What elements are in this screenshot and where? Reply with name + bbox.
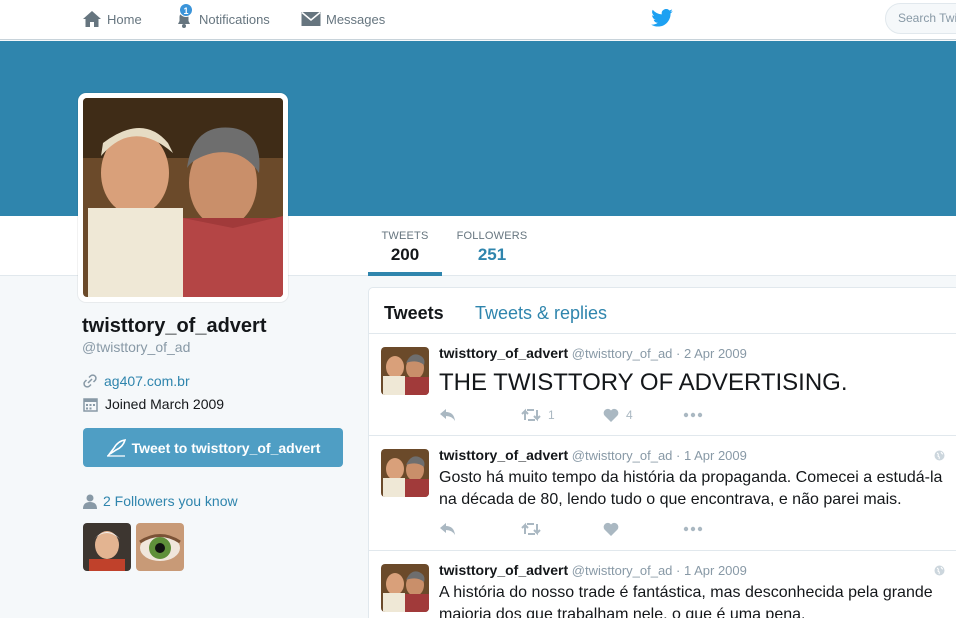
profile-display-name[interactable]: twisttory_of_advert bbox=[82, 315, 267, 338]
like-button[interactable] bbox=[603, 522, 683, 536]
retweet-button[interactable]: 1 bbox=[521, 408, 603, 422]
timeline-tabs: Tweets Tweets & replies bbox=[369, 288, 956, 334]
reply-icon bbox=[440, 523, 455, 535]
nav-home-label: Home bbox=[107, 11, 142, 27]
tweet-item[interactable]: twisttory_of_advert @twisttory_of_ad · 1… bbox=[369, 552, 956, 618]
retweet-icon bbox=[521, 522, 541, 536]
nav-home[interactable]: Home bbox=[82, 0, 142, 38]
tweet-author-handle[interactable]: @twisttory_of_ad bbox=[572, 563, 673, 578]
search-input[interactable]: Search Twitter bbox=[885, 3, 956, 34]
like-button[interactable]: 4 bbox=[603, 408, 683, 422]
calendar-icon bbox=[83, 397, 98, 412]
tweet-item[interactable]: twisttory_of_advert @twisttory_of_ad · 1… bbox=[369, 437, 956, 551]
top-navigation-bar: Home 1 Notifications Messages Search Twi… bbox=[0, 0, 956, 40]
tweet-to-button-label: Tweet to twisttory_of_advert bbox=[131, 439, 321, 456]
tweet-text: A história do nosso trade é fantástica, … bbox=[439, 584, 933, 618]
stat-tweets[interactable]: TWEETS 200 bbox=[368, 216, 442, 276]
link-icon bbox=[83, 374, 97, 388]
twitter-bird-logo[interactable] bbox=[651, 9, 673, 27]
follower-avatar[interactable] bbox=[83, 523, 131, 571]
tweet-header: twisttory_of_advert @twisttory_of_ad · 1… bbox=[439, 447, 747, 463]
stat-followers-value: 251 bbox=[477, 245, 507, 264]
globe-icon bbox=[934, 450, 945, 461]
reply-button[interactable] bbox=[439, 522, 521, 536]
tweet-author-name[interactable]: twisttory_of_advert bbox=[439, 345, 568, 361]
more-dots-icon bbox=[683, 526, 703, 532]
profile-screen-name[interactable]: @twisttory_of_ad bbox=[82, 339, 190, 355]
tweet-author-name[interactable]: twisttory_of_advert bbox=[439, 562, 568, 578]
tweet-author-name[interactable]: twisttory_of_advert bbox=[439, 447, 568, 463]
tweet-item[interactable]: twisttory_of_advert @twisttory_of_ad · 2… bbox=[369, 335, 956, 436]
tweet-to-button[interactable]: Tweet to twisttory_of_advert bbox=[83, 428, 343, 467]
heart-icon bbox=[603, 408, 619, 422]
heart-icon bbox=[603, 522, 619, 536]
retweet-button[interactable] bbox=[521, 522, 603, 536]
retweet-icon bbox=[521, 408, 541, 422]
tweet-author-avatar[interactable] bbox=[381, 347, 429, 395]
reply-button[interactable] bbox=[439, 408, 521, 422]
tweet-text: THE TWISTTORY OF ADVERTISING. bbox=[439, 369, 848, 396]
tweet-timeline: Tweets Tweets & replies twisttory_of_adv… bbox=[368, 287, 956, 618]
profile-avatar-image bbox=[83, 98, 283, 297]
tweet-author-handle[interactable]: @twisttory_of_ad bbox=[572, 346, 673, 361]
compose-feather-icon bbox=[106, 438, 126, 457]
nav-messages[interactable]: Messages bbox=[301, 0, 385, 38]
globe-icon bbox=[934, 565, 945, 576]
more-options-button[interactable] bbox=[683, 526, 703, 532]
tab-tweets[interactable]: Tweets bbox=[384, 303, 444, 324]
envelope-icon bbox=[301, 11, 321, 26]
more-options-button[interactable] bbox=[683, 412, 703, 418]
tweet-text: Gosto há muito tempo da história da prop… bbox=[439, 469, 943, 508]
profile-url-link[interactable]: ag407.com.br bbox=[104, 373, 190, 389]
tweet-date[interactable]: · 1 Apr 2009 bbox=[676, 448, 747, 463]
followers-you-know-label: 2 Followers you know bbox=[103, 493, 238, 509]
reply-icon bbox=[440, 409, 455, 421]
like-count: 4 bbox=[626, 408, 633, 422]
retweet-count: 1 bbox=[548, 408, 555, 422]
profile-avatar[interactable] bbox=[78, 93, 288, 302]
profile-joined-row: Joined March 2009 bbox=[83, 396, 224, 412]
tweet-header: twisttory_of_advert @twisttory_of_ad · 2… bbox=[439, 345, 747, 361]
tweet-header: twisttory_of_advert @twisttory_of_ad · 1… bbox=[439, 562, 747, 578]
stat-followers[interactable]: FOLLOWERS 251 bbox=[452, 216, 532, 276]
tweet-author-avatar[interactable] bbox=[381, 449, 429, 497]
stat-tweets-value: 200 bbox=[390, 245, 420, 264]
more-dots-icon bbox=[683, 412, 703, 418]
tweet-author-avatar[interactable] bbox=[381, 564, 429, 612]
tweet-date[interactable]: · 1 Apr 2009 bbox=[676, 563, 747, 578]
tweet-actions bbox=[439, 519, 703, 539]
notification-count-badge: 1 bbox=[179, 3, 193, 17]
tab-tweets-and-replies[interactable]: Tweets & replies bbox=[475, 303, 607, 324]
nav-messages-label: Messages bbox=[326, 11, 386, 27]
follower-avatar[interactable] bbox=[136, 523, 184, 571]
stat-tweets-label: TWEETS bbox=[381, 230, 429, 242]
profile-joined-date: Joined March 2009 bbox=[105, 396, 225, 412]
stat-followers-label: FOLLOWERS bbox=[456, 230, 528, 242]
tweet-author-handle[interactable]: @twisttory_of_ad bbox=[572, 448, 673, 463]
profile-url-row: ag407.com.br bbox=[83, 373, 190, 389]
person-icon bbox=[83, 494, 97, 509]
followers-you-know[interactable]: 2 Followers you know bbox=[82, 493, 238, 509]
nav-notifications-label: Notifications bbox=[199, 11, 270, 27]
tweet-date[interactable]: · 2 Apr 2009 bbox=[676, 346, 747, 361]
nav-notifications[interactable]: 1 Notifications bbox=[174, 0, 270, 38]
home-icon bbox=[83, 11, 101, 27]
tweet-actions: 1 4 bbox=[439, 405, 703, 425]
